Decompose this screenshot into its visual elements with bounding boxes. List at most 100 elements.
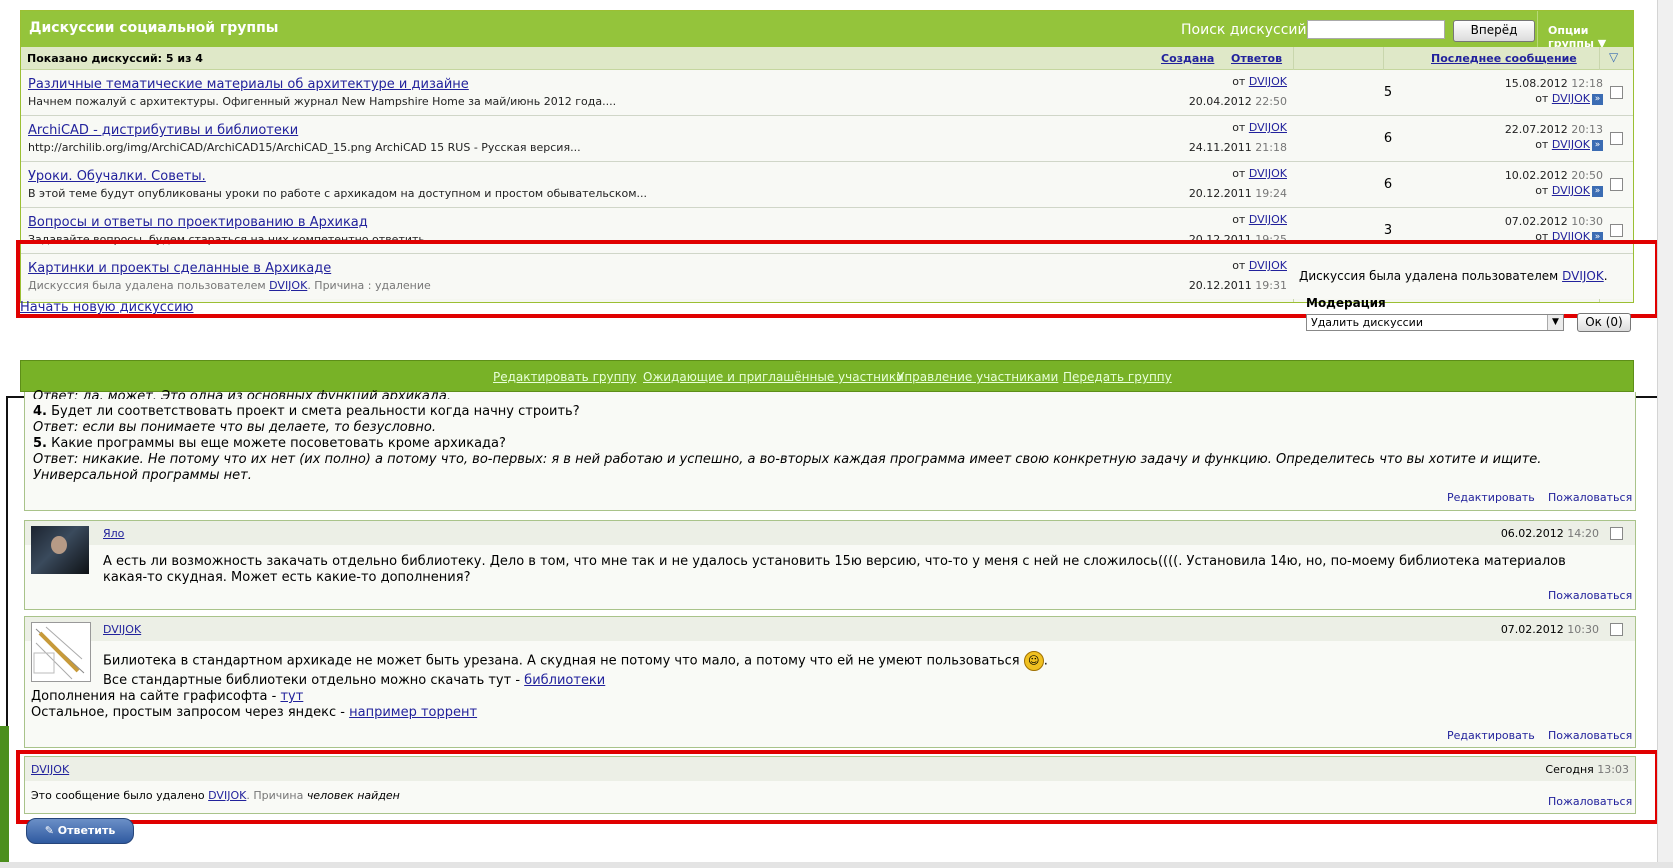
- last-post-date: 10.02.2012 20:50: [1504, 169, 1603, 182]
- discussion-title-link[interactable]: Уроки. Обучалки. Советы.: [28, 169, 206, 184]
- post-header: Яло 06.02.2012 14:20: [25, 521, 1635, 545]
- discussion-title-link[interactable]: Различные тематические материалы об архи…: [28, 77, 469, 92]
- page-edge-strip: [0, 726, 9, 868]
- horizontal-scrollbar[interactable]: [0, 862, 1673, 868]
- go-to-last-post-icon[interactable]: »: [1592, 185, 1603, 197]
- author-link[interactable]: DVIJOK: [1249, 213, 1287, 226]
- author-link[interactable]: DVIJOK: [1552, 92, 1590, 105]
- post-select-checkbox[interactable]: [1610, 527, 1623, 540]
- discussion-snippet: http://archilib.org/img/ArchiCAD/ArchiCA…: [28, 141, 581, 154]
- question-4: 4. Будет ли соответствовать проект и сме…: [33, 404, 580, 419]
- post-header: DVIJOK 07.02.2012 10:30: [25, 617, 1635, 641]
- reply-count: 5: [1383, 85, 1393, 100]
- search-go-button[interactable]: Вперёд: [1453, 20, 1535, 42]
- row-select-checkbox[interactable]: [1610, 178, 1623, 191]
- pending-members-link[interactable]: Ожидающие и приглашённые участники: [643, 370, 904, 384]
- new-discussion-link[interactable]: Начать новую дискуссию: [20, 300, 193, 315]
- last-post-date: 15.08.2012 12:18: [1504, 77, 1603, 90]
- discussion-row: ArchiCAD - дистрибутивы и библиотеки htt…: [21, 116, 1633, 162]
- vertical-scrollbar[interactable]: [1657, 0, 1673, 868]
- post-text-line1: Билиотека в стандартном архикаде не може…: [103, 651, 1048, 671]
- pencil-icon: ✎: [44, 824, 54, 837]
- post-text-line2: Все стандартные библиотеки отдельно можн…: [103, 673, 606, 688]
- moderation-ok-button[interactable]: Ок (0): [1577, 313, 1631, 332]
- last-post-author: от DVIJOK»: [1535, 138, 1603, 151]
- highlight-box: [16, 240, 1659, 318]
- reply-count: 3: [1383, 223, 1393, 238]
- discussion-row: Уроки. Обучалки. Советы. В этой теме буд…: [21, 162, 1633, 208]
- author-link[interactable]: DVIJOK: [1552, 138, 1590, 151]
- post-author-link[interactable]: Яло: [103, 527, 124, 540]
- discussion-author: от DVIJOK: [1232, 213, 1287, 226]
- shown-count: Показано дискуссий: 5 из 4: [27, 52, 203, 65]
- sort-last-post-link[interactable]: Последнее сообщение: [1431, 52, 1577, 65]
- group-options-menu[interactable]: Опции группы ▼: [1537, 11, 1634, 50]
- avatar[interactable]: [31, 526, 89, 574]
- row-select-checkbox[interactable]: [1610, 224, 1623, 237]
- answer-5: Ответ: никакие. Не потому что их нет (их…: [33, 452, 1542, 483]
- report-post-link[interactable]: Пожаловаться: [1548, 491, 1632, 504]
- last-post-author: от DVIJOK»: [1535, 92, 1603, 105]
- post: DVIJOK 07.02.2012 10:30 Билиотека в стан…: [24, 616, 1636, 748]
- go-to-last-post-icon[interactable]: »: [1592, 93, 1603, 105]
- discussion-snippet: В этой теме будут опубликованы уроки по …: [28, 187, 648, 200]
- group-nav-bar: Редактировать группу Ожидающие и приглаш…: [20, 360, 1634, 392]
- search-label: Поиск дискуссий: [1181, 22, 1307, 38]
- post-date: 07.02.2012 10:30: [1500, 623, 1599, 636]
- graphisoft-link[interactable]: тут: [280, 689, 303, 704]
- author-link[interactable]: DVIJOK: [1552, 184, 1590, 197]
- reply-count: 6: [1383, 177, 1393, 192]
- post-date: 06.02.2012 14:20: [1500, 527, 1599, 540]
- discussion-row: Различные тематические материалы об архи…: [21, 70, 1633, 116]
- report-post-link[interactable]: Пожаловаться: [1548, 589, 1632, 602]
- answer-4: Ответ: если вы понимаете что вы делаете,…: [33, 420, 436, 435]
- post-select-checkbox[interactable]: [1610, 623, 1623, 636]
- discussion-title-link[interactable]: Вопросы и ответы по проектированию в Арх…: [28, 215, 368, 230]
- post-author-link[interactable]: DVIJOK: [103, 623, 141, 636]
- discussion-author: от DVIJOK: [1232, 121, 1287, 134]
- report-post-link[interactable]: Пожаловаться: [1548, 729, 1632, 742]
- author-link[interactable]: DVIJOK: [1249, 167, 1287, 180]
- edit-post-link[interactable]: Редактировать: [1447, 729, 1535, 742]
- discussion-created: 20.04.2012 22:50: [1188, 95, 1287, 108]
- reply-button[interactable]: ✎ Ответить: [26, 818, 134, 844]
- go-to-last-post-icon[interactable]: »: [1592, 139, 1603, 151]
- avatar[interactable]: [31, 622, 91, 682]
- author-link[interactable]: DVIJOK: [1249, 75, 1287, 88]
- discussion-title-link[interactable]: ArchiCAD - дистрибутивы и библиотеки: [28, 123, 298, 138]
- sort-replies-link[interactable]: Ответов: [1231, 52, 1282, 65]
- question-5: 5. Какие программы вы еще можете посовет…: [33, 436, 506, 451]
- chevron-down-icon[interactable]: ▼: [1547, 315, 1563, 330]
- search-input[interactable]: [1307, 20, 1445, 39]
- last-post-author: от DVIJOK»: [1535, 184, 1603, 197]
- discussions-column-header: Показано дискуссий: 5 из 4 Создана Ответ…: [21, 47, 1633, 70]
- row-select-checkbox[interactable]: [1610, 86, 1623, 99]
- moderation-select[interactable]: Удалить дискуссии ▼: [1306, 314, 1564, 331]
- torrent-link[interactable]: например торрент: [349, 705, 477, 720]
- discussions-title: Дискуссии социальной группы: [29, 20, 279, 36]
- edit-post-link[interactable]: Редактировать: [1447, 491, 1535, 504]
- author-link[interactable]: DVIJOK: [1249, 121, 1287, 134]
- transfer-group-link[interactable]: Передать группу: [1063, 370, 1172, 384]
- discussions-header: Дискуссии социальной группы Поиск дискус…: [21, 11, 1634, 50]
- last-post-date: 22.07.2012 20:13: [1504, 123, 1603, 136]
- post-text-line3: Дополнения на сайте графисофта - тут: [31, 689, 304, 704]
- discussion-author: от DVIJOK: [1232, 75, 1287, 88]
- moderation-label: Модерация: [1306, 296, 1386, 310]
- post-text-cut: Ответ: да, может. Это одна из основных ф…: [33, 389, 451, 399]
- drawing-pencil-icon: [33, 626, 85, 680]
- discussion-snippet: Начнем пожалуй с архитектуры. Офигенный …: [28, 95, 617, 108]
- discussion-author: от DVIJOK: [1232, 167, 1287, 180]
- edit-group-link[interactable]: Редактировать группу: [493, 370, 636, 384]
- row-select-checkbox[interactable]: [1610, 132, 1623, 145]
- post-text-line4: Остальное, простым запросом через яндекс…: [31, 705, 478, 720]
- sort-created-link[interactable]: Создана: [1161, 52, 1214, 65]
- discussion-created: 24.11.2011 21:18: [1188, 141, 1287, 154]
- post-text: А есть ли возможность закачать отдельно …: [103, 554, 1566, 585]
- post: Ответ: да, может. Это одна из основных ф…: [24, 389, 1636, 511]
- libraries-link[interactable]: библиотеки: [524, 673, 605, 688]
- collapse-icon[interactable]: ▽: [1609, 50, 1618, 64]
- post: Яло 06.02.2012 14:20 А есть ли возможнос…: [24, 520, 1636, 610]
- manage-members-link[interactable]: Управление участниками: [897, 370, 1058, 384]
- reply-count: 6: [1383, 131, 1393, 146]
